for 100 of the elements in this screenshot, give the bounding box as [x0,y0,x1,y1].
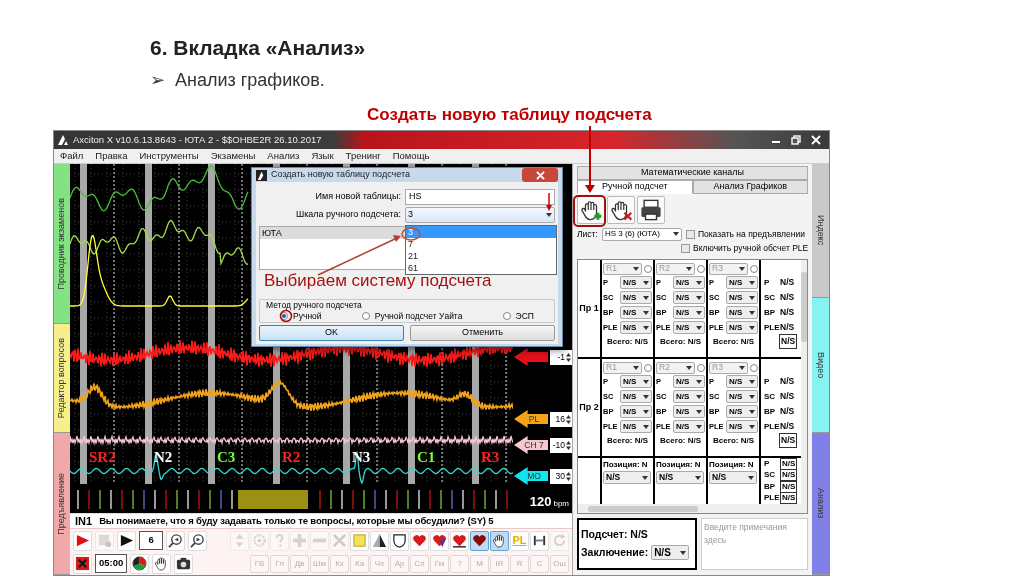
close-button[interactable] [522,168,558,182]
dropdown[interactable]: N/S [673,321,706,334]
radio-button[interactable] [502,312,511,320]
score-value: N/S [780,291,795,304]
highlight-block [238,490,309,509]
ok-button[interactable]: OK [259,325,404,341]
app-logo-icon [57,134,69,146]
notes-field[interactable]: Введите примечания здесь [701,518,809,570]
menu-item[interactable]: Правка [95,148,128,164]
checkbox-label: Включить ручной обсчет PLE [693,242,809,255]
radio-button[interactable] [361,312,370,320]
dropdown[interactable]: N/S [620,405,653,419]
dropdown[interactable]: N/S [673,276,706,289]
side-tab[interactable]: Предъявление [54,433,71,575]
spin-field[interactable]: 30 [550,468,573,484]
event-label: R2 [282,449,301,465]
score-value: N/S [780,457,798,470]
scrollbar-thumb[interactable] [801,272,808,342]
dropdown[interactable]: N/S [673,306,706,319]
dropdown[interactable]: N/S [726,321,759,334]
settings-icon [252,533,268,548]
side-tab[interactable]: Видео [812,298,829,433]
dropdown[interactable]: N/S [673,420,706,434]
dropdown-option[interactable]: 7 [406,238,556,250]
side-tab[interactable]: Индекс [812,164,829,298]
number-field[interactable]: 6 [139,531,164,550]
dropdown[interactable]: N/S [620,375,653,389]
tab[interactable]: Анализ Графиков [692,180,809,194]
channel-label: P [764,375,771,388]
dropdown[interactable]: N/S [726,390,759,404]
radio-button[interactable] [750,264,759,273]
dropdown[interactable]: N/S [673,390,706,404]
caret-icon [696,409,703,414]
menu-item[interactable]: Экзамены [210,148,256,164]
input-field[interactable]: HS [405,189,555,205]
side-tab[interactable]: Анализ [812,433,829,575]
caret-icon [696,295,703,300]
side-tab[interactable]: Редактор вопросов [54,324,71,433]
spin-field[interactable]: -1 [550,349,573,365]
list-box[interactable]: ЮТА [259,226,407,270]
list-item[interactable]: ЮТА [260,227,406,239]
note-icon [352,533,368,548]
dropdown[interactable]: N/S [726,375,759,389]
number-field[interactable]: 05:00 [95,554,128,573]
channel-label: PLE [764,321,781,334]
scrollbar-thumb[interactable] [588,505,699,512]
toolbar-button[interactable] [607,196,636,224]
dropdown[interactable]: N/S [620,306,653,319]
dropdown[interactable]: N/S [726,420,759,434]
radio-button[interactable] [280,312,289,320]
cancel-button[interactable]: Отменить [410,325,555,341]
toolbar-button[interactable] [577,196,606,224]
spin-field[interactable]: -10 [550,437,573,453]
dropdown[interactable]: N/S [726,291,759,304]
toolbar-button[interactable] [470,530,490,551]
dropdown[interactable]: N/S [620,276,653,289]
dropdown[interactable]: N/S [620,291,653,304]
field-label: Имя новой таблицы: [314,190,402,204]
dropdown[interactable]: N/S [620,420,653,434]
dropdown-option[interactable]: 21 [406,250,556,262]
close-icon[interactable] [811,135,821,145]
radio-button[interactable] [697,363,706,372]
side-tab[interactable]: Проводник экзаменов [54,164,71,324]
channel-label: PLE [764,420,781,433]
dropdown[interactable]: N/S [620,390,653,404]
dropdown[interactable]: N/S [656,471,705,485]
spin-field[interactable]: 16 [550,411,573,427]
maximize-icon[interactable] [791,135,801,145]
dropdown[interactable]: N/S [673,291,706,304]
dropdown[interactable]: N/S [620,321,653,334]
radio-button[interactable] [697,264,706,273]
score-value: N/S [780,420,795,433]
toolbar-button[interactable] [490,530,510,551]
total-label: Всего: N/S [660,335,702,348]
checkbox[interactable] [681,244,691,253]
dropdown[interactable]: N/S [726,306,759,319]
tab[interactable]: Математические каналы [577,166,809,180]
menu-item[interactable]: Помощь [392,148,430,164]
dropdown[interactable]: N/S [726,405,759,419]
menu-item[interactable]: Тренинг [345,148,381,164]
dropdown[interactable]: N/S [651,545,690,561]
dropdown[interactable]: HS 3 (6) (ЮТА) [601,227,682,241]
menu-item[interactable]: Инструменты [139,148,199,164]
checkbox[interactable] [685,229,695,239]
dropdown[interactable]: N/S [726,276,759,289]
dropdown-option[interactable]: 61 [406,262,556,274]
menu-item[interactable]: Анализ [267,148,300,164]
radio-button[interactable] [750,363,759,372]
dropdown[interactable]: 3 [405,207,555,223]
menu-item[interactable]: Файл [60,148,84,164]
tab[interactable]: Ручной подсчет [577,180,693,194]
dropdown[interactable]: N/S [603,471,652,485]
toolbar-button[interactable] [637,196,666,224]
dropdown[interactable]: N/S [673,375,706,389]
dropdown[interactable]: N/S [673,405,706,419]
radio-button[interactable] [644,264,653,273]
menu-item[interactable]: Язык [311,148,334,164]
dropdown[interactable]: N/S [709,471,758,485]
radio-button[interactable] [644,363,653,372]
caret-icon [643,394,650,399]
